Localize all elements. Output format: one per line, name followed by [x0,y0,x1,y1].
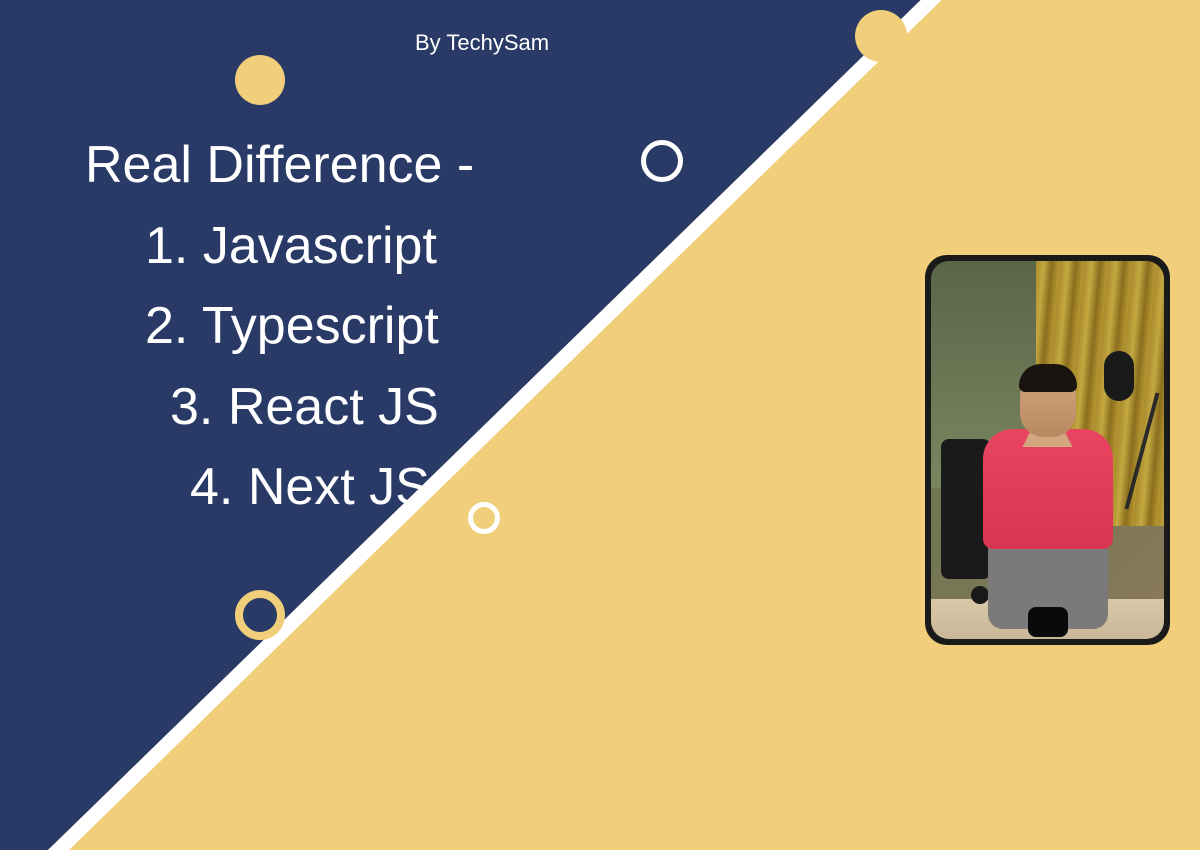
gold-circle-icon [235,55,285,105]
gold-ring-icon [235,590,285,640]
gold-circle-icon [855,10,907,62]
microphone-icon [1104,351,1134,401]
list-item: 3. React JS [170,367,474,448]
presenter-video [931,261,1164,639]
list-item: 2. Typescript [145,286,474,367]
shirt-shape [983,429,1113,549]
white-ring-icon [468,502,500,534]
main-content-text: Real Difference - 1. Javascript 2. Types… [85,125,474,528]
presenter-figure [968,359,1128,609]
list-item: 4. Next JS [190,447,474,528]
byline-text: By TechySam [415,30,549,56]
presenter-video-frame [925,255,1170,645]
hair-shape [1019,364,1077,392]
home-button-decoration [1028,607,1068,637]
title-line: Real Difference - [85,125,474,206]
white-ring-icon [641,140,683,182]
list-item: 1. Javascript [145,206,474,287]
